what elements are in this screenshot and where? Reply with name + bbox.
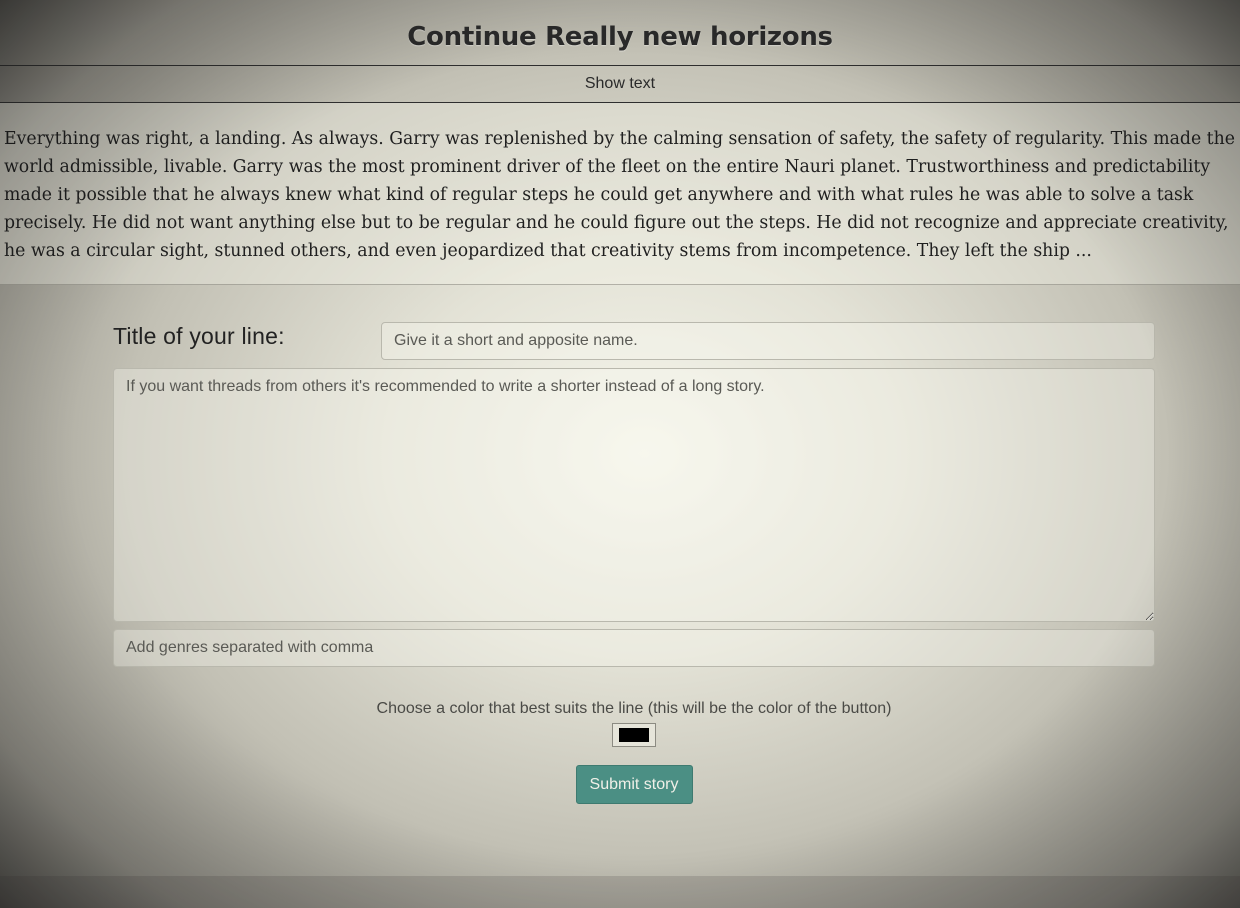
color-picker[interactable]	[612, 723, 656, 747]
color-swatch	[619, 728, 649, 742]
genres-input[interactable]	[113, 629, 1155, 667]
title-label: Title of your line:	[113, 323, 285, 349]
page-header: Continue Really new horizons	[0, 0, 1240, 66]
page-title: Continue Really new horizons	[407, 21, 833, 52]
story-textarea[interactable]	[113, 368, 1155, 622]
show-text-toggle[interactable]: Show text	[0, 66, 1240, 103]
submit-wrap: Submit story	[113, 765, 1155, 804]
title-input[interactable]	[381, 322, 1155, 360]
color-label: Choose a color that best suits the line …	[376, 700, 892, 717]
color-section: Choose a color that best suits the line …	[113, 700, 1155, 752]
continue-story-form: Title of your line: Choose a color that …	[113, 322, 1155, 804]
footer-bar	[0, 876, 1240, 908]
submit-story-button[interactable]: Submit story	[575, 765, 693, 804]
story-text: Everything was right, a landing. As alwa…	[4, 129, 1235, 261]
title-row: Title of your line:	[113, 322, 1155, 360]
story-section: Everything was right, a landing. As alwa…	[0, 103, 1240, 285]
